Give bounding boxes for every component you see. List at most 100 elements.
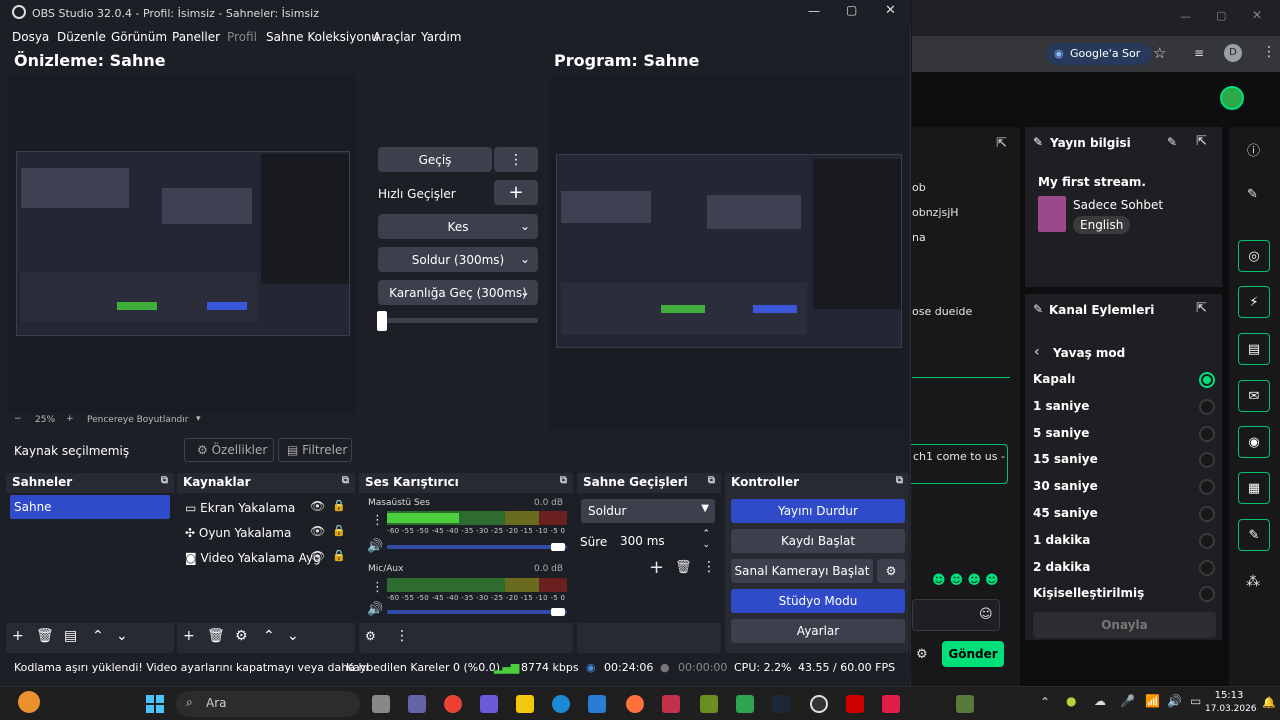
menu-tools[interactable]: Araçlar — [373, 30, 416, 44]
task-view-icon[interactable] — [372, 695, 390, 713]
notification-icon[interactable]: 🔔 — [1262, 696, 1276, 709]
camera-icon[interactable]: ◎ — [1238, 240, 1270, 272]
tray-app-icon[interactable]: ☁ — [1094, 694, 1106, 708]
slow-mode-option-label[interactable]: 30 saniye — [1033, 479, 1098, 493]
twitch-avatar[interactable] — [1220, 86, 1244, 110]
reading-list-icon[interactable]: ≡ — [1194, 46, 1204, 60]
minimize-icon[interactable]: — — [1180, 10, 1191, 23]
category-name[interactable]: Sadece Sohbet — [1073, 198, 1163, 212]
tbar-track[interactable] — [378, 318, 538, 323]
minecraft-icon[interactable] — [700, 695, 718, 713]
info-icon[interactable]: ⓘ — [1247, 140, 1260, 159]
notes-icon[interactable]: ▤ — [1238, 333, 1270, 365]
kebab-menu-icon[interactable]: ⋮ — [395, 628, 409, 644]
microphone-icon[interactable]: 🎤 — [1120, 694, 1135, 708]
lock-icon[interactable]: 🔒 — [332, 524, 346, 537]
obs-taskbar-icon[interactable] — [810, 695, 828, 713]
move-up-icon[interactable]: ⌃ — [263, 628, 275, 644]
properties-button[interactable]: ⚙ Özellikler — [184, 438, 274, 462]
undock-icon[interactable]: ⧉ — [342, 475, 349, 486]
filter-icon[interactable]: ▤ — [64, 628, 77, 644]
tag-badge[interactable]: English — [1073, 216, 1131, 234]
popout-icon[interactable]: ⇱ — [996, 136, 1007, 151]
send-button[interactable]: Gönder — [942, 641, 1004, 667]
wrench-icon[interactable]: ✎ — [1238, 519, 1270, 551]
tray-app-icon[interactable]: ● — [1066, 694, 1076, 708]
slow-mode-radio[interactable] — [1199, 372, 1215, 388]
eye-icon[interactable]: 👁 — [310, 524, 325, 538]
lightning-icon[interactable]: ⚡ — [1238, 286, 1270, 318]
slow-mode-option-label[interactable]: 5 saniye — [1033, 426, 1089, 440]
eye-icon[interactable]: 👁 — [310, 549, 325, 563]
menu-file[interactable]: Dosya — [12, 30, 49, 44]
slow-mode-header[interactable]: Yavaş mod — [1053, 346, 1125, 360]
trash-icon[interactable]: 🗑 — [675, 560, 692, 575]
preview-canvas[interactable] — [8, 75, 356, 413]
volume-slider-handle[interactable] — [551, 543, 565, 551]
undock-icon[interactable]: ⧉ — [560, 475, 567, 486]
slow-mode-option-label[interactable]: 1 dakika — [1033, 533, 1090, 547]
source-item[interactable]: ◙ Video Yakalama Ayg — [185, 551, 321, 565]
source-item[interactable]: ✣ Oyun Yakalama — [185, 526, 291, 540]
slow-mode-option-label[interactable]: 2 dakika — [1033, 560, 1090, 574]
store-icon[interactable] — [588, 695, 606, 713]
fade-select[interactable]: Soldur (300ms) ⌄ — [378, 247, 538, 272]
menu-docks[interactable]: Paneller — [172, 30, 220, 44]
minimize-icon[interactable]: — — [808, 4, 820, 18]
virtual-camera-button[interactable]: Sanal Kamerayı Başlat — [731, 559, 873, 583]
copilot-icon[interactable] — [480, 695, 498, 713]
spin-arrows-icon[interactable]: ⌃ ⌄ — [702, 529, 710, 551]
popout-icon[interactable]: ⇱ — [1196, 301, 1207, 316]
kebab-menu-icon[interactable]: ⋮ — [371, 513, 384, 528]
capcut-icon[interactable] — [662, 695, 680, 713]
transition-select[interactable]: Soldur ▼ — [581, 499, 715, 523]
bookmark-star-icon[interactable]: ☆ — [1153, 44, 1166, 62]
stop-stream-button[interactable]: Yayını Durdur — [731, 499, 905, 523]
broadcast-icon[interactable]: ◉ — [1238, 426, 1270, 458]
close-icon[interactable]: ✕ — [1252, 8, 1262, 22]
slow-mode-radio[interactable] — [1199, 506, 1215, 522]
chat-icon[interactable]: ✉ — [1238, 380, 1270, 412]
steam-icon[interactable] — [772, 695, 790, 713]
add-icon[interactable]: + — [494, 180, 538, 205]
valorant-icon[interactable] — [882, 695, 900, 713]
slow-mode-radio[interactable] — [1199, 425, 1215, 442]
teams-icon[interactable] — [408, 695, 426, 713]
move-up-icon[interactable]: ⌃ — [92, 628, 104, 644]
layout-icon[interactable]: ▦ — [1238, 472, 1270, 504]
speaker-icon[interactable]: 🔊 — [367, 602, 383, 617]
file-explorer-icon[interactable] — [516, 695, 534, 713]
studio-mode-button[interactable]: Stüdyo Modu — [731, 589, 905, 613]
gear-icon[interactable]: ⚙ — [235, 628, 248, 644]
pencil-icon[interactable]: ✎ — [1247, 187, 1258, 202]
slow-mode-option-label[interactable]: 15 saniye — [1033, 452, 1098, 466]
slow-mode-radio[interactable] — [1199, 398, 1215, 415]
clock-time[interactable]: 15:13 — [1214, 690, 1244, 701]
browser-menu-icon[interactable]: ⋮ — [1262, 44, 1276, 60]
move-down-icon[interactable]: ⌄ — [116, 628, 128, 644]
add-icon[interactable]: + — [12, 628, 24, 644]
transition-button[interactable]: Geçiş — [378, 147, 492, 172]
slow-mode-option-label[interactable]: 1 saniye — [1033, 399, 1089, 413]
emoji-icon[interactable]: ☺ — [979, 607, 993, 622]
start-recording-button[interactable]: Kaydı Başlat — [731, 529, 905, 553]
app-icon[interactable] — [736, 695, 754, 713]
slow-mode-radio[interactable] — [1199, 559, 1215, 576]
trash-icon[interactable]: 🗑 — [207, 628, 225, 644]
slow-mode-option-label[interactable]: Kapalı — [1033, 372, 1075, 386]
slow-mode-option-label[interactable]: 45 saniye — [1033, 506, 1098, 520]
menu-edit[interactable]: Düzenle — [57, 30, 106, 44]
eye-icon[interactable]: 👁 — [310, 499, 325, 513]
lock-icon[interactable]: 🔒 — [332, 499, 346, 512]
kebab-menu-icon[interactable]: ⋮ — [494, 147, 538, 172]
menu-profile[interactable]: Profil — [227, 30, 257, 44]
speaker-icon[interactable]: 🔊 — [367, 539, 383, 554]
settings-gear-icon[interactable]: ⚙ — [916, 647, 928, 662]
zoom-fit-select[interactable]: Pencereye Boyutlandır — [87, 415, 188, 425]
menu-help[interactable]: Yardım — [421, 30, 461, 44]
chat-input[interactable]: ☺ — [912, 599, 1000, 631]
slow-mode-option-label[interactable]: Kişiselleştirilmiş — [1033, 586, 1144, 600]
filters-button[interactable]: ▤ Filtreler — [278, 438, 352, 462]
maximize-icon[interactable]: ▢ — [1216, 9, 1226, 22]
settings-button[interactable]: Ayarlar — [731, 619, 905, 643]
